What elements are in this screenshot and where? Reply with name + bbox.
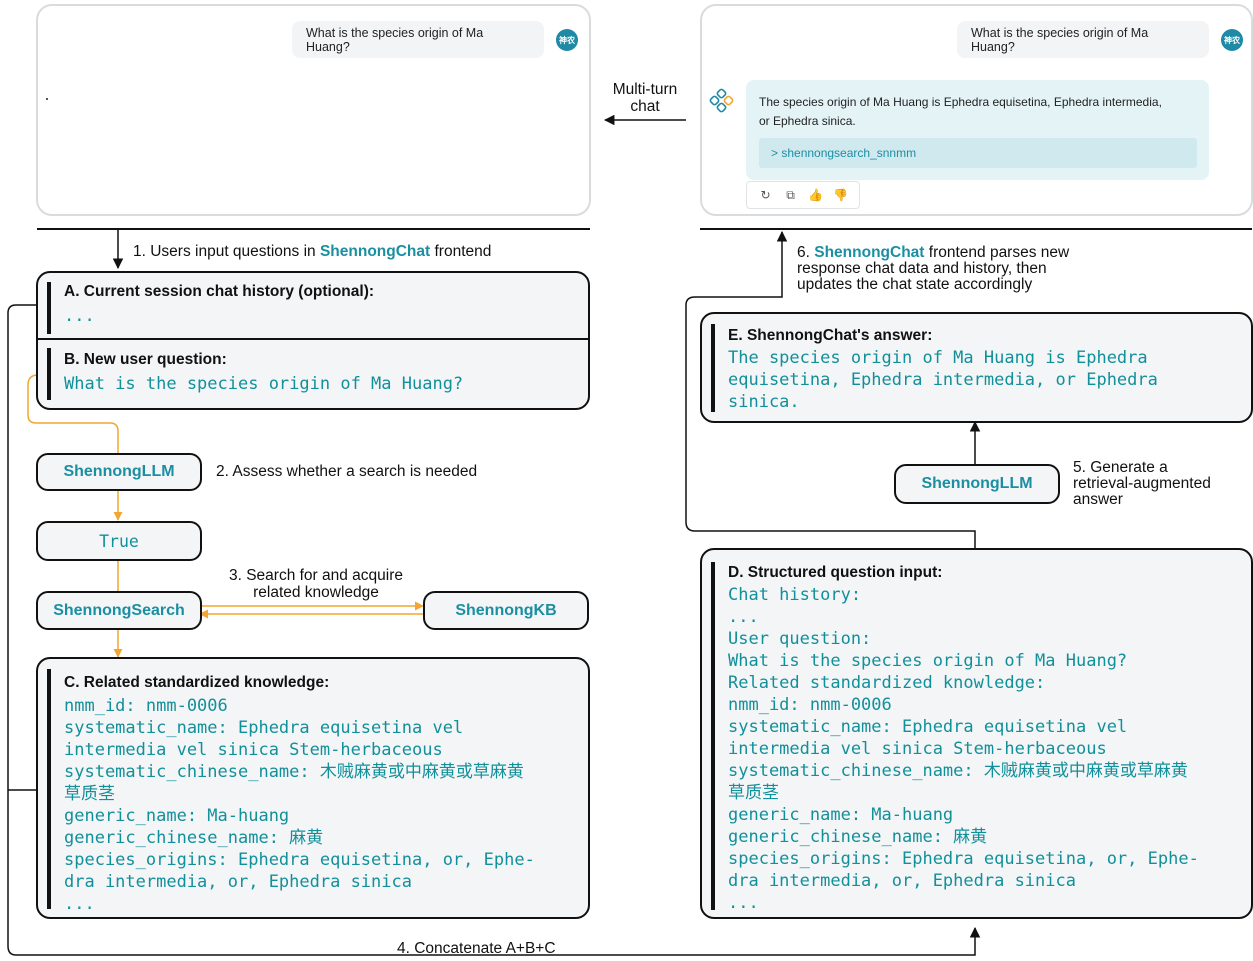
box-b-user-question: B. New user question: What is the specie… <box>36 338 590 410</box>
shennong-llm-node-left: ShennongLLM <box>36 453 202 491</box>
box-a-chat-history: A. Current session chat history (optiona… <box>36 271 590 340</box>
user-message-bubble: What is the species origin of Ma Huang? <box>292 21 544 58</box>
answer-toolbar: ↻ ⧉ 👍 👎 <box>746 181 860 209</box>
box-d-title: D. Structured question input: <box>728 564 943 581</box>
search-source-chip[interactable]: > shennongsearch_snnmm <box>759 138 1197 168</box>
box-d-line: Chat history: <box>728 585 862 605</box>
step1-label: 1. Users input questions in ShennongChat… <box>133 243 492 260</box>
assistant-answer-card: The species origin of Ma Huang is Ephedr… <box>746 80 1209 180</box>
box-c-related-knowledge: C. Related standardized knowledge: nmm_i… <box>36 657 590 919</box>
shennong-search-node: ShennongSearch <box>36 591 202 630</box>
step6-label: 6. ShennongChat frontend parses new resp… <box>797 244 1070 293</box>
box-e-title: E. ShennongChat's answer: <box>728 327 933 344</box>
box-d-line: systematic_name: Ephedra equisetina vel <box>728 717 1128 737</box>
user-message-text: What is the species origin of Ma Huang? <box>971 25 1149 54</box>
step2-label: 2. Assess whether a search is needed <box>216 463 478 480</box>
box-d-line: Related standardized knowledge: <box>728 673 1046 693</box>
box-c-line: systematic_name: Ephedra equisetina vel <box>64 718 464 738</box>
copy-icon[interactable]: ⧉ <box>782 188 800 203</box>
shennong-llm-node-right: ShennongLLM <box>894 464 1060 504</box>
answer-text-line2: or Ephedra sinica. <box>759 114 856 128</box>
box-d-line: nmm_id: nmm-0006 <box>728 695 892 715</box>
box-d-line: User question: <box>728 629 872 649</box>
box-d-line: generic_chinese_name: 麻黄 <box>728 827 988 847</box>
user-message-bubble: What is the species origin of Ma Huang? <box>957 21 1209 58</box>
multi-turn-label: Multi-turn chat <box>612 81 678 115</box>
box-c-line: ... <box>64 894 95 914</box>
step3-label: 3. Search for and acquire related knowle… <box>228 567 404 601</box>
user-avatar: 神农 <box>1221 29 1243 51</box>
assistant-logo-icon <box>709 88 734 113</box>
true-node: True <box>36 521 202 561</box>
chat-placeholder-dot <box>46 98 48 100</box>
right-chat-window: What is the species origin of Ma Huang? … <box>700 4 1253 216</box>
box-b-title: B. New user question: <box>64 351 227 368</box>
box-d-line: ... <box>728 893 759 913</box>
regenerate-icon[interactable]: ↻ <box>757 188 775 202</box>
box-d-structured-input: D. Structured question input: Chat histo… <box>700 548 1253 919</box>
user-message-text: What is the species origin of Ma Huang? <box>306 25 484 54</box>
box-d-line: generic_name: Ma-huang <box>728 805 954 825</box>
box-d-line: ... <box>728 607 759 627</box>
box-e-line: sinica. <box>728 392 800 412</box>
box-d-line: 草质茎 <box>728 783 779 803</box>
thumbs-down-icon[interactable]: 👎 <box>832 188 850 202</box>
box-b-body: What is the species origin of Ma Huang? <box>64 374 464 394</box>
box-c-line: intermedia vel sinica Stem-herbaceous <box>64 740 443 760</box>
step5-label: 5. Generate a retrieval-augmented answer <box>1073 459 1211 508</box>
box-c-line: nmm_id: nmm-0006 <box>64 696 228 716</box>
box-c-line: species_origins: Ephedra equisetina, or,… <box>64 850 535 870</box>
thumbs-up-icon[interactable]: 👍 <box>807 188 825 202</box>
shennong-kb-node: ShennongKB <box>423 591 589 630</box>
box-c-title: C. Related standardized knowledge: <box>64 674 330 691</box>
step4-label: 4. Concatenate A+B+C <box>397 940 556 957</box>
box-a-title: A. Current session chat history (optiona… <box>64 283 375 300</box>
box-d-line: systematic_chinese_name: 木贼麻黄或中麻黄或草麻黄 <box>728 761 1188 781</box>
box-d-line: What is the species origin of Ma Huang? <box>728 651 1128 671</box>
box-c-line: generic_name: Ma-huang <box>64 806 290 826</box>
box-c-line: systematic_chinese_name: 木贼麻黄或中麻黄或草麻黄 <box>64 762 524 782</box>
box-c-line: generic_chinese_name: 麻黄 <box>64 828 324 848</box>
box-e-line: The species origin of Ma Huang is Ephedr… <box>728 348 1148 368</box>
box-c-line: dra intermedia, or, Ephedra sinica <box>64 872 412 892</box>
box-d-line: dra intermedia, or, Ephedra sinica <box>728 871 1076 891</box>
answer-text-line1: The species origin of Ma Huang is Ephedr… <box>759 95 1162 109</box>
box-d-line: intermedia vel sinica Stem-herbaceous <box>728 739 1107 759</box>
box-e-line: equisetina, Ephedra intermedia, or Ephed… <box>728 370 1158 390</box>
user-avatar: 神农 <box>556 29 578 51</box>
left-chat-window: What is the species origin of Ma Huang? … <box>36 4 591 216</box>
search-source-label: > shennongsearch_snnmm <box>771 146 917 160</box>
box-d-line: species_origins: Ephedra equisetina, or,… <box>728 849 1199 869</box>
box-a-body: ... <box>64 306 95 326</box>
box-e-answer: E. ShennongChat's answer: The species or… <box>700 312 1253 423</box>
box-c-line: 草质茎 <box>64 784 115 804</box>
